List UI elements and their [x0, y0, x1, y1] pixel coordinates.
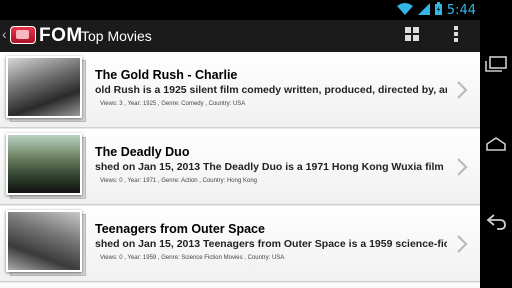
back-icon	[486, 214, 506, 230]
movie-poster-image	[6, 210, 82, 272]
movie-title: The Gold Rush - Charlie	[95, 68, 238, 82]
battery-icon	[434, 2, 442, 20]
wifi-icon	[396, 2, 413, 20]
system-nav-bar	[480, 0, 512, 288]
movie-meta: Views: 0 , Year: 1971 , Genre: Action , …	[100, 178, 257, 184]
movie-title: The Deadly Duo	[95, 145, 190, 159]
movie-meta: Views: 0 , Year: 1959 , Genre: Science F…	[100, 255, 285, 261]
status-bar: 5:44	[0, 0, 480, 20]
chevron-right-icon	[457, 81, 468, 99]
movie-list: The Gold Rush - Charlie old Rush is a 19…	[0, 52, 480, 288]
movie-thumbnail	[6, 210, 86, 276]
action-bar: ‹ FOM Top Movies	[0, 20, 480, 52]
movie-thumbnail	[6, 133, 86, 199]
overflow-menu-button[interactable]	[446, 25, 466, 47]
movie-thumbnail	[6, 56, 86, 122]
movie-description: shed on Jan 15, 2013 Teenagers from Oute…	[95, 238, 447, 250]
grid-view-icon	[405, 26, 419, 46]
status-time: 5:44	[446, 3, 476, 18]
signal-icon	[417, 2, 430, 20]
movie-poster-image	[6, 56, 82, 118]
app-screen: 5:44 ‹ FOM Top Movies The Gold Rush - Ch…	[0, 0, 480, 288]
up-caret-icon[interactable]: ‹	[2, 26, 7, 42]
home-icon	[486, 137, 506, 151]
chevron-right-icon	[457, 158, 468, 176]
movie-description: old Rush is a 1925 silent film comedy wr…	[95, 84, 447, 96]
overflow-menu-icon	[454, 25, 458, 47]
list-item[interactable]: The Gold Rush - Charlie old Rush is a 19…	[0, 52, 480, 128]
grid-view-button[interactable]	[400, 25, 424, 47]
movie-poster-image	[6, 133, 82, 195]
list-item[interactable]: Teenagers from Outer Space shed on Jan 1…	[0, 206, 480, 282]
app-logo-icon[interactable]	[10, 26, 36, 44]
movie-meta: Views: 3 , Year: 1925 , Genre: Comedy , …	[100, 101, 246, 107]
list-item[interactable]: The Deadly Duo shed on Jan 15, 2013 The …	[0, 129, 480, 205]
back-button[interactable]	[484, 212, 508, 232]
recent-apps-icon	[485, 56, 507, 72]
movie-description: shed on Jan 15, 2013 The Deadly Duo is a…	[95, 161, 447, 173]
page-title: Top Movies	[81, 28, 152, 44]
chevron-right-icon	[457, 235, 468, 253]
home-button[interactable]	[484, 134, 508, 154]
status-icons: 5:44	[396, 2, 476, 20]
movie-title: Teenagers from Outer Space	[95, 222, 265, 236]
list-item-partial[interactable]	[0, 283, 480, 288]
recent-apps-button[interactable]	[484, 54, 508, 74]
app-logo-text: FOM	[39, 25, 83, 46]
